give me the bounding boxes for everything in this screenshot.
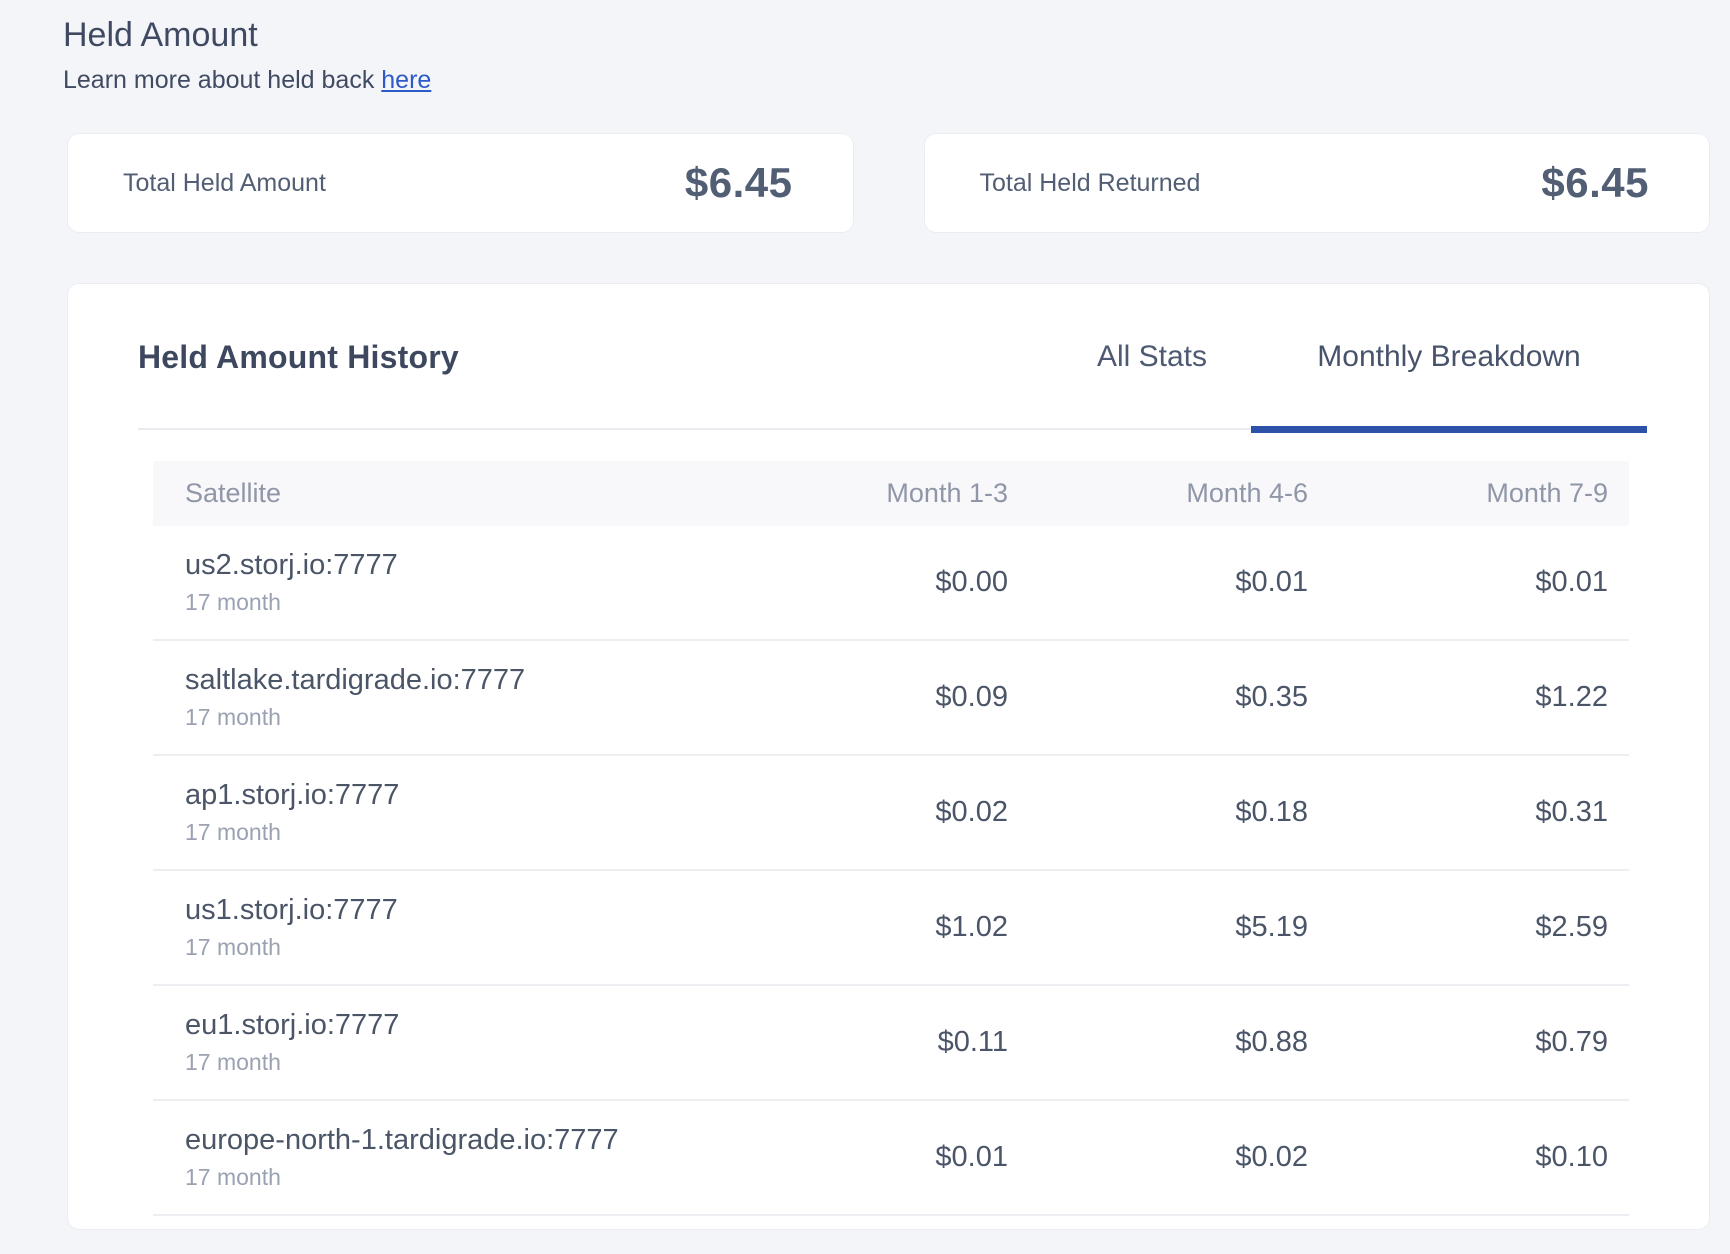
satellite-age: 17 month: [185, 1049, 708, 1076]
satellite-age: 17 month: [185, 704, 708, 731]
value-month-7-9: $2.59: [1308, 911, 1608, 944]
value-month-4-6: $0.35: [1008, 681, 1308, 714]
total-held-amount-card: Total Held Amount $6.45: [67, 133, 854, 233]
page-header: Held Amount Learn more about held back h…: [0, 0, 1730, 96]
held-amount-history-card: Held Amount History All Stats Monthly Br…: [67, 283, 1710, 1230]
table-header-row: Satellite Month 1-3 Month 4-6 Month 7-9: [153, 461, 1629, 526]
column-header-month-7-9: Month 7-9: [1308, 478, 1608, 509]
total-held-returned-label: Total Held Returned: [980, 169, 1201, 198]
value-month-1-3: $0.09: [708, 681, 1008, 714]
value-month-1-3: $0.00: [708, 566, 1008, 599]
satellite-name: saltlake.tardigrade.io:7777: [185, 664, 708, 697]
satellite-cell: ap1.storj.io:7777 17 month: [153, 779, 708, 846]
satellite-cell: saltlake.tardigrade.io:7777 17 month: [153, 664, 708, 731]
total-held-amount-value: $6.45: [685, 159, 793, 207]
value-month-4-6: $0.88: [1008, 1026, 1308, 1059]
satellite-name: ap1.storj.io:7777: [185, 779, 708, 812]
value-month-7-9: $0.01: [1308, 566, 1608, 599]
table-row: europe-north-1.tardigrade.io:7777 17 mon…: [153, 1101, 1629, 1216]
column-header-month-1-3: Month 1-3: [708, 478, 1008, 509]
table-row: us2.storj.io:7777 17 month $0.00 $0.01 $…: [153, 526, 1629, 641]
table-row: saltlake.tardigrade.io:7777 17 month $0.…: [153, 641, 1629, 756]
satellite-name: europe-north-1.tardigrade.io:7777: [185, 1124, 708, 1157]
value-month-4-6: $5.19: [1008, 911, 1308, 944]
page-subtitle: Learn more about held back here: [63, 64, 1710, 96]
value-month-1-3: $1.02: [708, 911, 1008, 944]
history-tabs: All Stats Monthly Breakdown: [1053, 340, 1647, 374]
satellite-age: 17 month: [185, 1164, 708, 1191]
value-month-4-6: $0.02: [1008, 1141, 1308, 1174]
value-month-1-3: $0.01: [708, 1141, 1008, 1174]
value-month-4-6: $0.18: [1008, 796, 1308, 829]
value-month-4-6: $0.01: [1008, 566, 1308, 599]
satellite-name: eu1.storj.io:7777: [185, 1009, 708, 1042]
history-header: Held Amount History All Stats Monthly Br…: [138, 284, 1647, 430]
tab-all-stats[interactable]: All Stats: [1053, 340, 1251, 374]
summary-cards-row: Total Held Amount $6.45 Total Held Retur…: [67, 133, 1710, 233]
satellite-age: 17 month: [185, 589, 708, 616]
page-title: Held Amount: [63, 14, 1710, 56]
active-tab-indicator: [1251, 426, 1647, 433]
satellite-age: 17 month: [185, 934, 708, 961]
total-held-returned-card: Total Held Returned $6.45: [924, 133, 1711, 233]
column-header-month-4-6: Month 4-6: [1008, 478, 1308, 509]
total-held-amount-label: Total Held Amount: [123, 169, 326, 198]
tab-monthly-breakdown[interactable]: Monthly Breakdown: [1251, 340, 1647, 374]
value-month-1-3: $0.02: [708, 796, 1008, 829]
held-history-table: Satellite Month 1-3 Month 4-6 Month 7-9 …: [153, 461, 1629, 1216]
value-month-7-9: $1.22: [1308, 681, 1608, 714]
value-month-7-9: $0.31: [1308, 796, 1608, 829]
table-row: ap1.storj.io:7777 17 month $0.02 $0.18 $…: [153, 756, 1629, 871]
total-held-returned-value: $6.45: [1541, 159, 1649, 207]
satellite-cell: us1.storj.io:7777 17 month: [153, 894, 708, 961]
history-title: Held Amount History: [138, 339, 459, 376]
learn-more-link[interactable]: here: [381, 66, 431, 94]
value-month-7-9: $0.79: [1308, 1026, 1608, 1059]
value-month-7-9: $0.10: [1308, 1141, 1608, 1174]
satellite-name: us2.storj.io:7777: [185, 549, 708, 582]
satellite-age: 17 month: [185, 819, 708, 846]
subtitle-text: Learn more about held back: [63, 66, 381, 94]
table-row: us1.storj.io:7777 17 month $1.02 $5.19 $…: [153, 871, 1629, 986]
satellite-cell: us2.storj.io:7777 17 month: [153, 549, 708, 616]
satellite-name: us1.storj.io:7777: [185, 894, 708, 927]
table-row: eu1.storj.io:7777 17 month $0.11 $0.88 $…: [153, 986, 1629, 1101]
satellite-cell: europe-north-1.tardigrade.io:7777 17 mon…: [153, 1124, 708, 1191]
column-header-satellite: Satellite: [153, 478, 708, 509]
value-month-1-3: $0.11: [708, 1026, 1008, 1059]
satellite-cell: eu1.storj.io:7777 17 month: [153, 1009, 708, 1076]
